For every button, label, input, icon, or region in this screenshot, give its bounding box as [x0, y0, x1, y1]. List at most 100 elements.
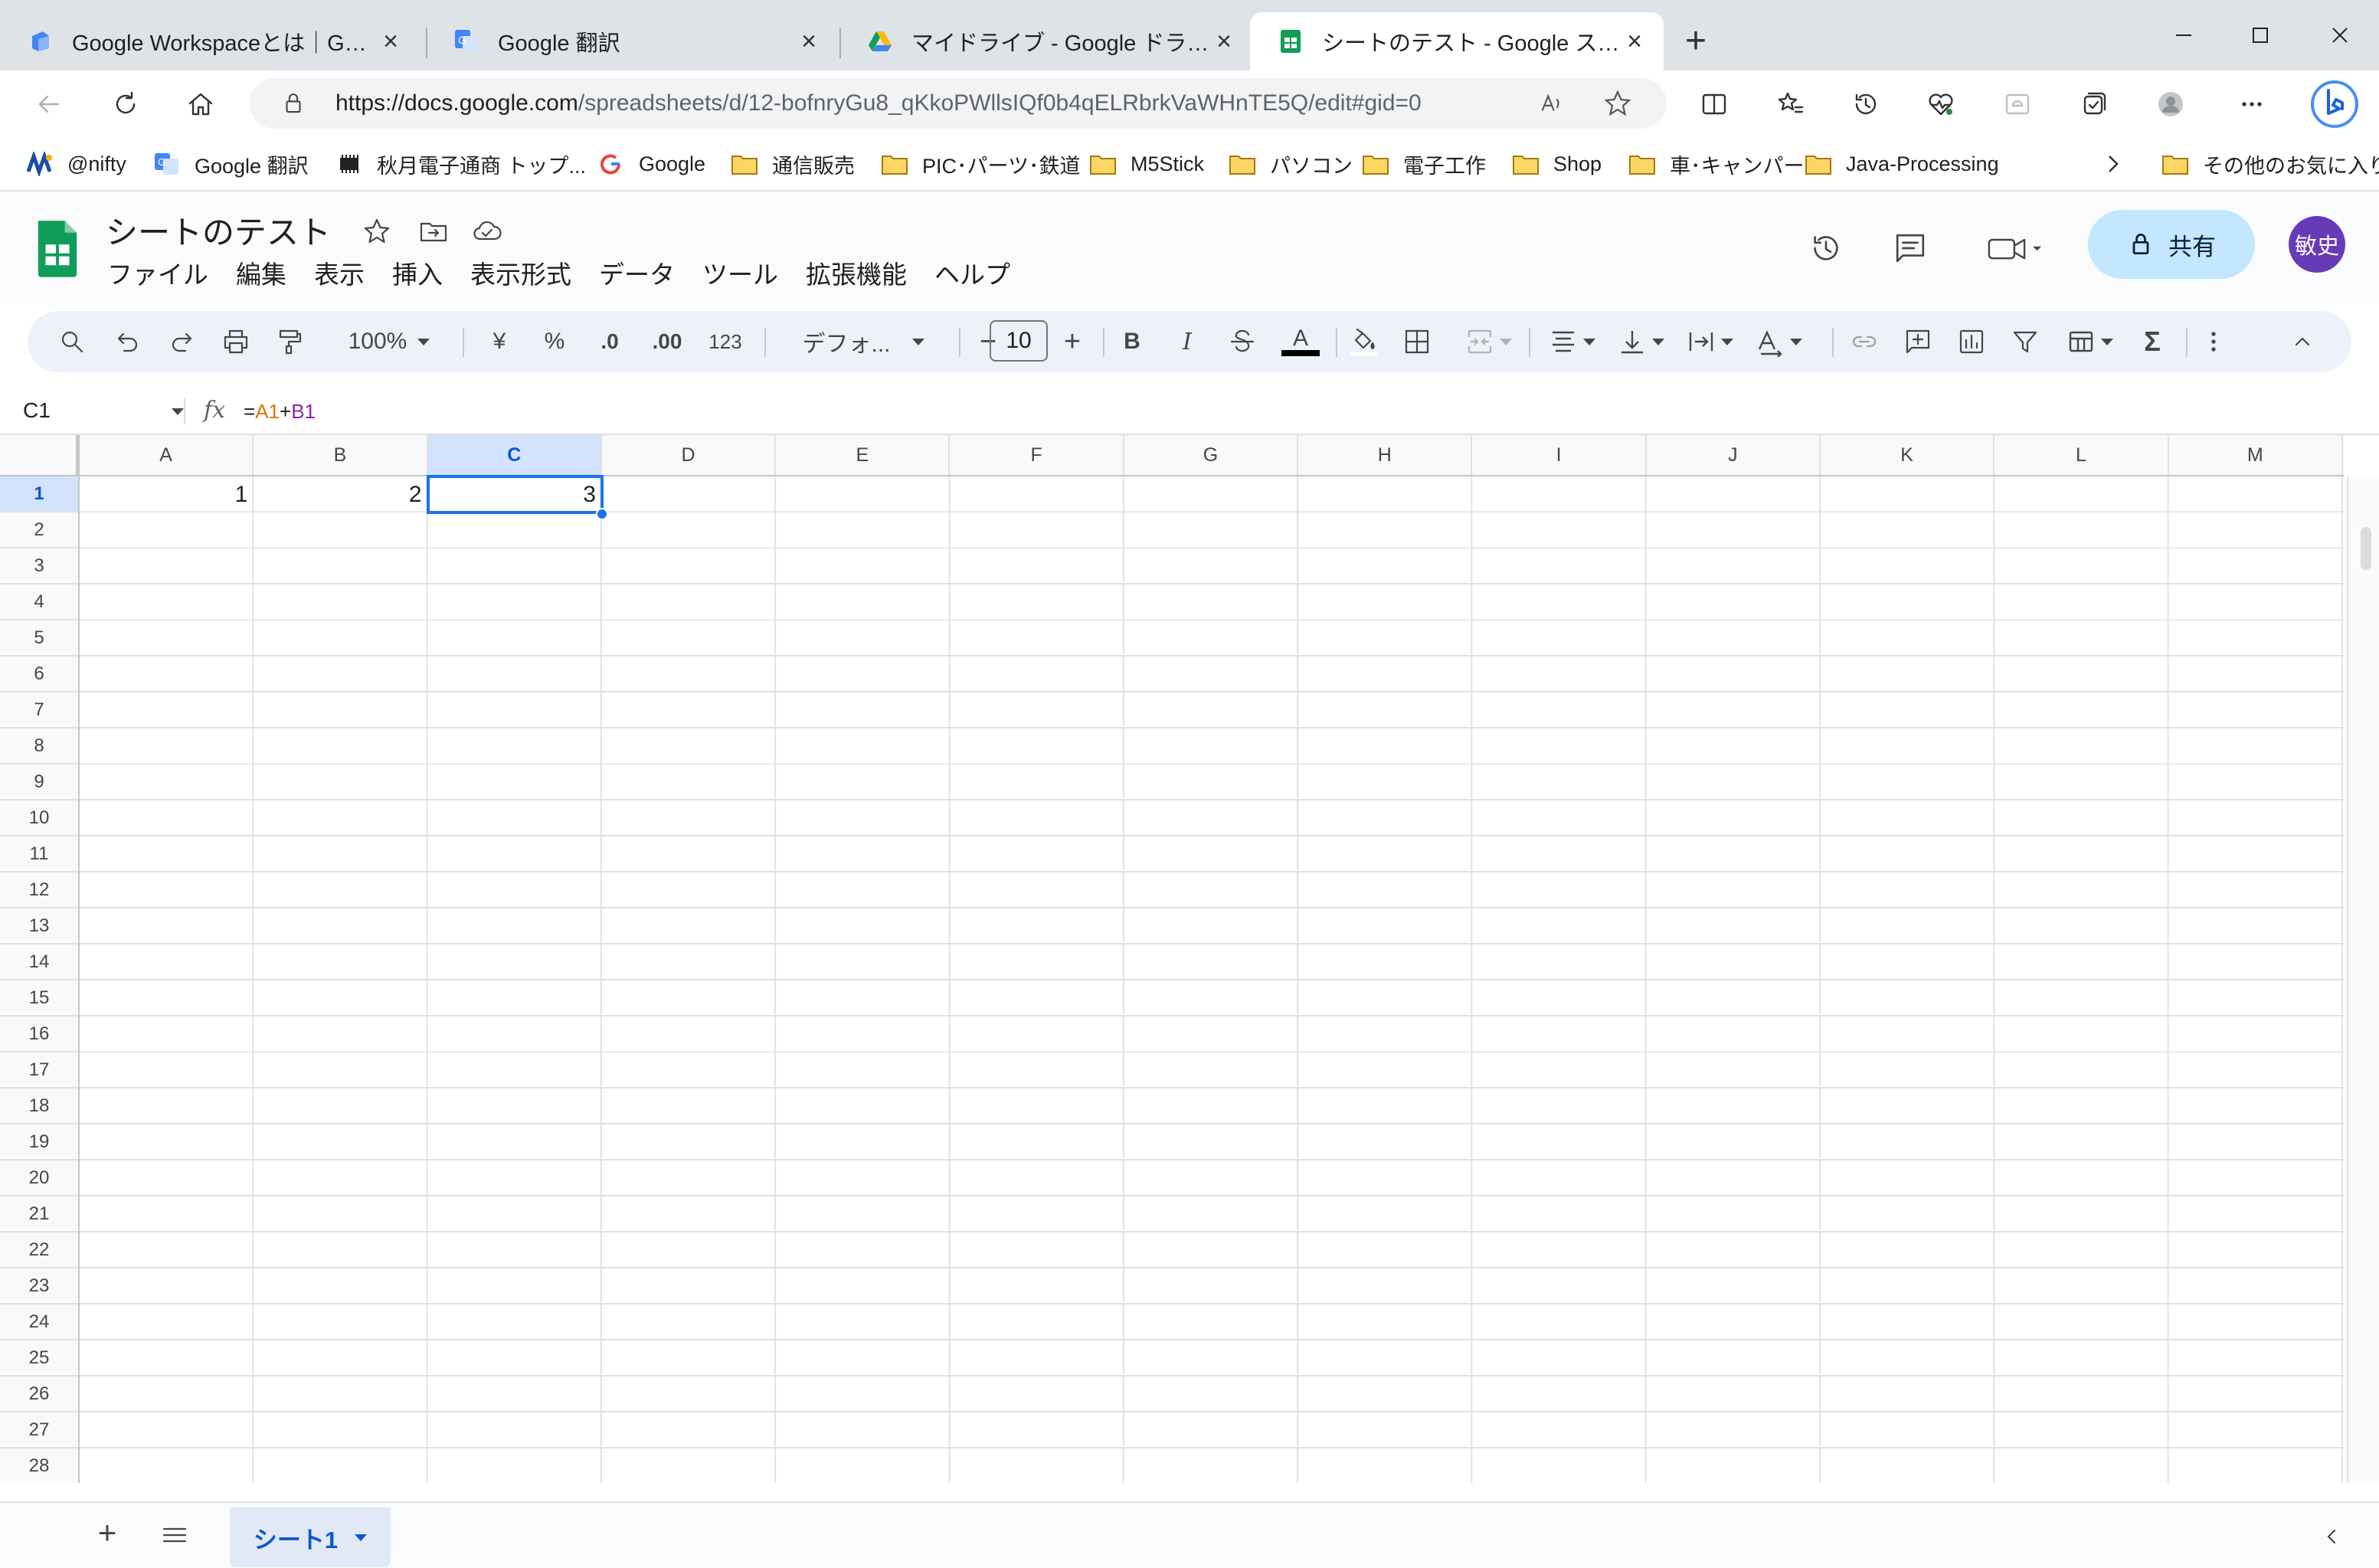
- back-button[interactable]: [31, 86, 67, 123]
- increase-font-size-button[interactable]: +: [1055, 325, 1089, 358]
- bookmark-google[interactable]: Google: [597, 147, 705, 181]
- cloud-status-button[interactable]: [470, 214, 504, 248]
- explore-collapse-button[interactable]: [2315, 1520, 2348, 1553]
- currency-format-button[interactable]: ¥: [483, 325, 516, 358]
- row-header-1[interactable]: 1: [0, 476, 78, 512]
- close-tab-icon[interactable]: ×: [1210, 27, 1238, 56]
- bookmark-folder-shop[interactable]: Shop: [1512, 147, 1602, 181]
- browser-tab-workspace[interactable]: Google Workspaceとは｜Google Wo ×: [0, 12, 420, 70]
- new-tab-button[interactable]: +: [1674, 21, 1717, 64]
- increase-decimal-button[interactable]: .00: [640, 325, 694, 358]
- search-menus-button[interactable]: [55, 325, 89, 358]
- row-header-25[interactable]: 25: [0, 1340, 78, 1377]
- menu-edit[interactable]: 編集: [236, 254, 286, 291]
- row-header-27[interactable]: 27: [0, 1413, 78, 1449]
- bookmark-google-translate[interactable]: G Google 翻訳: [153, 147, 309, 181]
- read-aloud-icon[interactable]: [1536, 89, 1566, 118]
- add-sheet-button[interactable]: +: [90, 1515, 124, 1552]
- row-header-28[interactable]: 28: [0, 1449, 78, 1483]
- formula-input[interactable]: =A1+B1: [244, 400, 316, 424]
- row-header-13[interactable]: 13: [0, 908, 78, 944]
- column-header-l[interactable]: L: [1994, 435, 2169, 475]
- browser-tab-drive[interactable]: マイドライブ - Google ドライブ ×: [839, 12, 1253, 70]
- row-header-2[interactable]: 2: [0, 512, 78, 548]
- column-header-i[interactable]: I: [1472, 435, 1647, 475]
- bookmark-akizuki[interactable]: 秋月電子通商 トップ...: [335, 147, 586, 181]
- collections-button[interactable]: [2076, 86, 2112, 123]
- sheet-tab-sheet1[interactable]: シート1: [230, 1507, 391, 1567]
- row-header-23[interactable]: 23: [0, 1268, 78, 1304]
- row-header-17[interactable]: 17: [0, 1052, 78, 1088]
- browser-tab-translate[interactable]: G Google 翻訳 ×: [426, 12, 838, 70]
- menu-insert[interactable]: 挿入: [392, 254, 443, 291]
- vertical-scrollbar[interactable]: [2347, 476, 2379, 1483]
- bookmark-folder-car-camper[interactable]: 車･キャンパー: [1628, 147, 1805, 181]
- bookmark-folder-electronics[interactable]: 電子工作: [1362, 147, 1486, 181]
- spreadsheet-grid[interactable]: ABCDEFGHIJKLM 1 2 3 4 5 6 7 8 9 10 11 12 13 14 15 16 17 1…: [0, 435, 2379, 1483]
- select-all-corner[interactable]: [0, 435, 80, 475]
- insert-link-button[interactable]: [1847, 325, 1881, 358]
- menu-tools[interactable]: ツール: [702, 254, 778, 291]
- column-header-f[interactable]: F: [951, 435, 1124, 475]
- maximize-button[interactable]: [2226, 14, 2295, 57]
- undo-button[interactable]: [110, 325, 144, 358]
- bookmark-folder-mailorder[interactable]: 通信販売: [731, 147, 855, 181]
- decrease-decimal-button[interactable]: .0: [587, 325, 633, 358]
- menu-help[interactable]: ヘルプ: [934, 254, 1010, 291]
- filter-views-button[interactable]: [2059, 325, 2120, 358]
- borders-button[interactable]: [1400, 325, 1434, 358]
- cell-area[interactable]: 123: [80, 475, 2344, 1483]
- strikethrough-button[interactable]: [1225, 325, 1259, 358]
- minimize-button[interactable]: [2149, 14, 2218, 57]
- row-header-3[interactable]: 3: [0, 548, 78, 584]
- fill-handle[interactable]: [595, 508, 608, 520]
- row-header-7[interactable]: 7: [0, 692, 78, 728]
- text-wrapping-button[interactable]: [1679, 325, 1740, 358]
- column-header-h[interactable]: H: [1298, 435, 1473, 475]
- bookmark-folder-pic-parts[interactable]: PIC･パーツ･鉄道: [881, 147, 1080, 181]
- row-header-16[interactable]: 16: [0, 1016, 78, 1052]
- text-rotation-button[interactable]: [1748, 325, 1809, 358]
- close-window-button[interactable]: [2305, 14, 2374, 57]
- column-header-g[interactable]: G: [1124, 435, 1299, 475]
- bing-copilot-button[interactable]: [2310, 80, 2359, 129]
- more-formats-button[interactable]: 123: [699, 325, 752, 358]
- bookmark-folder-java-processing[interactable]: Java-Processing: [1805, 147, 1999, 181]
- move-button[interactable]: [417, 214, 450, 248]
- cell-c1[interactable]: 3: [428, 476, 602, 512]
- account-avatar[interactable]: 敏史: [2289, 216, 2345, 273]
- vertical-scroll-thumb[interactable]: [2361, 527, 2371, 570]
- all-sheets-button[interactable]: [158, 1518, 191, 1552]
- print-button[interactable]: [219, 325, 253, 358]
- font-size-input[interactable]: 10: [990, 320, 1048, 362]
- redo-button[interactable]: [165, 325, 199, 358]
- menu-file[interactable]: ファイル: [107, 254, 208, 291]
- column-header-b[interactable]: B: [254, 435, 428, 475]
- home-button[interactable]: [182, 86, 219, 123]
- row-header-24[interactable]: 24: [0, 1304, 78, 1340]
- fill-color-button[interactable]: [1347, 325, 1380, 358]
- bookmarks-overflow-button[interactable]: [2102, 147, 2125, 181]
- column-header-m[interactable]: M: [2169, 435, 2343, 475]
- row-header-5[interactable]: 5: [0, 620, 78, 656]
- paint-format-button[interactable]: [273, 325, 306, 358]
- browser-tab-sheets[interactable]: シートのテスト - Google スプレッドシート ×: [1250, 12, 1664, 70]
- column-header-e[interactable]: E: [776, 435, 951, 475]
- cell-a1[interactable]: 1: [80, 476, 254, 512]
- row-header-9[interactable]: 9: [0, 764, 78, 800]
- browser-essentials-button[interactable]: [1923, 86, 1959, 123]
- profile-button[interactable]: [2152, 86, 2189, 123]
- comments-button[interactable]: [1889, 227, 1932, 270]
- column-header-c[interactable]: C: [427, 435, 602, 475]
- favorites-button[interactable]: [1772, 86, 1809, 123]
- history-button[interactable]: [1847, 86, 1884, 123]
- zoom-select[interactable]: 100%: [335, 325, 443, 358]
- functions-button[interactable]: Σ: [2135, 325, 2169, 358]
- row-header-4[interactable]: 4: [0, 584, 78, 620]
- row-header-18[interactable]: 18: [0, 1088, 78, 1124]
- menu-view[interactable]: 表示: [314, 254, 365, 291]
- horizontal-scrollbar[interactable]: [80, 1480, 2344, 1483]
- more-tools-button[interactable]: [2197, 325, 2230, 358]
- row-header-14[interactable]: 14: [0, 944, 78, 980]
- menu-extensions[interactable]: 拡張機能: [806, 254, 907, 291]
